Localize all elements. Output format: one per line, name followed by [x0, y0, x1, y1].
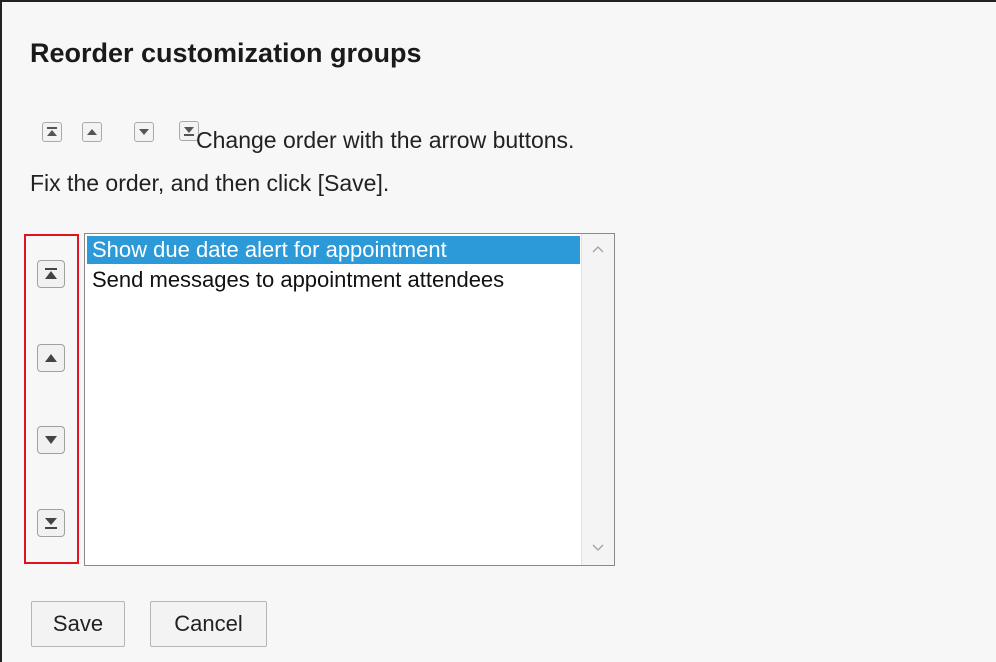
save-button[interactable]: Save [31, 601, 125, 647]
scroll-down-icon[interactable] [592, 544, 604, 552]
move-to-top-icon [42, 122, 62, 142]
page-title: Reorder customization groups [30, 38, 422, 68]
move-down-icon [45, 436, 57, 444]
order-buttons-panel [24, 234, 79, 564]
move-up-icon [45, 354, 57, 362]
cancel-button[interactable]: Cancel [150, 601, 267, 647]
move-to-top-button[interactable] [37, 260, 65, 288]
list-item[interactable]: Send messages to appointment attendees [87, 266, 580, 294]
hint-text-secondary: Fix the order, and then click [Save]. [30, 170, 390, 196]
listbox-scrollbar[interactable] [581, 234, 614, 565]
move-to-bottom-button[interactable] [37, 509, 65, 537]
scroll-up-icon[interactable] [592, 245, 604, 253]
move-to-top-icon [45, 268, 57, 279]
dialog-frame: Reorder customization groups Change orde… [0, 0, 996, 662]
move-up-icon [82, 122, 102, 142]
move-down-icon [134, 122, 154, 142]
move-up-button[interactable] [37, 344, 65, 372]
move-down-button[interactable] [37, 426, 65, 454]
group-listbox[interactable]: Show due date alert for appointment Send… [84, 233, 615, 566]
hint-text: Change order with the arrow buttons. [196, 127, 575, 153]
move-to-bottom-icon [45, 518, 57, 529]
list-item[interactable]: Show due date alert for appointment [87, 236, 580, 264]
